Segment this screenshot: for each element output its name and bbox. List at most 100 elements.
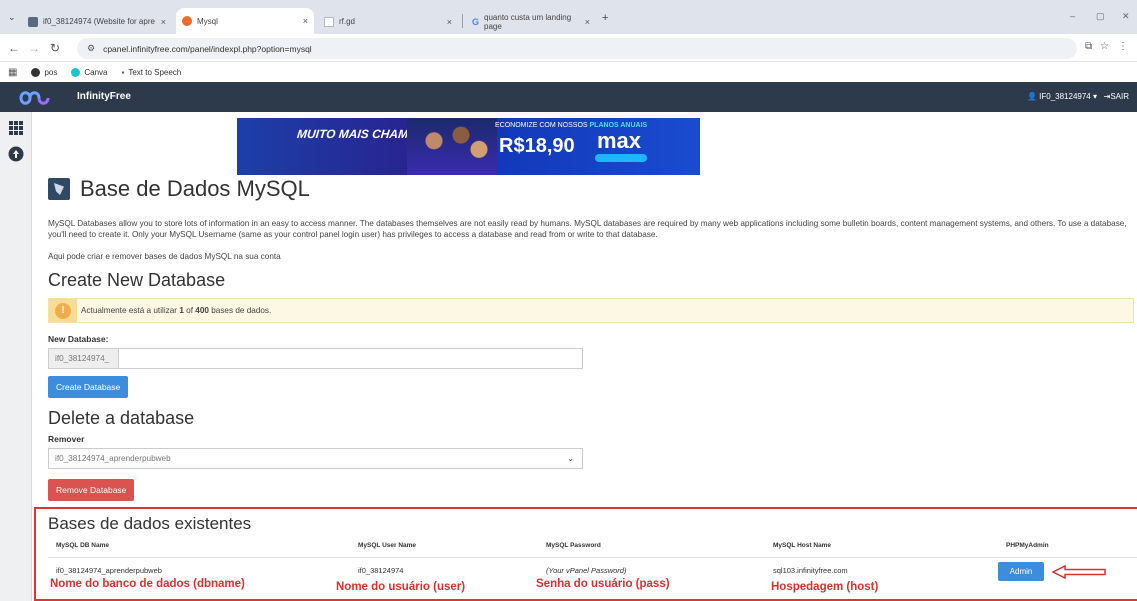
page-description: MySQL Databases allow you to store lots … (48, 219, 1127, 239)
existing-heading: Bases de dados existentes (48, 514, 252, 533)
remove-database-select[interactable]: if0_38124974_aprenderpubweb ⌄ (48, 448, 583, 469)
annotation-user: Nome do usuário (user) (336, 581, 466, 593)
bookmark-pos[interactable]: pos (31, 67, 58, 77)
create-heading: Create New Database (48, 270, 226, 290)
page-title: Base de Dados MySQL (48, 176, 310, 202)
close-icon[interactable]: × (585, 17, 590, 27)
close-icon[interactable]: × (161, 17, 166, 27)
apps-grid-icon[interactable]: ▦ (8, 67, 17, 78)
new-tab-button[interactable]: + (602, 12, 608, 24)
banner-right-top-text: ECONOMIZE COM NOSSOS (495, 122, 588, 129)
banner-price: R$18,90 (499, 135, 575, 157)
minimize-button[interactable]: – (1070, 11, 1075, 21)
close-icon[interactable]: × (447, 17, 452, 27)
banner-players-image (407, 118, 497, 175)
remover-label: Remover (48, 434, 85, 444)
tab-website[interactable]: if0_38124974 (Website for apre × (22, 9, 172, 34)
bookmark-canva[interactable]: Canva (71, 67, 108, 77)
user-icon: 👤 (1026, 92, 1037, 101)
col-db-name: MySQL DB Name (56, 542, 109, 549)
translate-icon[interactable]: ⧉ (1085, 41, 1092, 52)
bookmark-pos-label: pos (44, 67, 58, 77)
banner-cta-button[interactable] (595, 154, 647, 162)
col-phpmyadmin: PHPMyAdmin (1006, 542, 1049, 549)
app-navbar: InfinityFree 👤 IF0_38124974 ▾ ⇥SAIR (0, 82, 1137, 112)
alert-prefix: Actualmente está a utilizar (81, 306, 180, 315)
cell-host-name: sql103.infinityfree.com (773, 566, 848, 575)
close-icon[interactable]: × (303, 16, 308, 26)
site-info-icon[interactable]: ⚙ (87, 43, 95, 54)
reload-icon[interactable]: ↻ (50, 41, 60, 55)
delete-heading: Delete a database (48, 408, 195, 428)
brand-name[interactable]: InfinityFree (77, 91, 131, 102)
tab-mysql-label: Mysql (197, 16, 218, 26)
new-database-field[interactable]: if0_38124974_ (48, 348, 583, 369)
close-window-button[interactable]: ✕ (1122, 11, 1130, 22)
tab-rfgd-label: rf.gd (339, 17, 356, 26)
cell-user-name: if0_38124974 (358, 566, 404, 575)
cpanel-favicon-icon (182, 16, 192, 26)
upload-circle-icon[interactable] (8, 146, 24, 162)
google-icon: G (472, 16, 480, 27)
chevron-down-icon: ⌄ (567, 454, 574, 463)
remove-database-button[interactable]: Remove Database (48, 479, 135, 501)
alert-mid: of (183, 306, 196, 315)
cell-password: (Your vPanel Password) (546, 566, 627, 575)
forward-arrow-icon[interactable]: → (28, 41, 40, 55)
tab-rfgd[interactable]: rf.gd × (318, 9, 458, 34)
canva-icon (71, 67, 81, 77)
database-prefix: if0_38124974_ (49, 349, 119, 368)
pos-icon (31, 67, 41, 77)
apps-grid-icon[interactable] (8, 120, 24, 136)
url-field[interactable]: ⚙ cpanel.infinityfree.com/panel/indexpl.… (77, 38, 1077, 59)
table-divider (48, 557, 1137, 558)
mysql-dolphin-icon (48, 178, 70, 200)
main-content: MUITO MAIS CHAMPIONS ECONOMIZE COM NOSSO… (32, 112, 1137, 601)
infinity-logo-icon[interactable] (18, 88, 68, 108)
existing-databases-panel: Bases de dados existentes MySQL DB Name … (34, 507, 1137, 601)
user-menu[interactable]: 👤 IF0_38124974 ▾ (1027, 92, 1097, 101)
page-favicon-icon (324, 16, 334, 27)
url-text: cpanel.infinityfree.com/panel/indexpl.ph… (103, 43, 312, 54)
extensions-icon[interactable]: ⋮ (1118, 41, 1128, 52)
tab-mysql[interactable]: Mysql × (176, 8, 314, 34)
caret-down-icon: ▾ (1092, 92, 1097, 101)
maximize-button[interactable]: ▢ (1096, 11, 1105, 22)
browser-tab-bar: ⌄ if0_38124974 (Website for apre × Mysql… (0, 0, 1137, 34)
bookmark-tts-label: Text to Speech (128, 67, 182, 77)
tab-search-chevron-icon[interactable]: ⌄ (8, 12, 16, 23)
annotation-arrow-icon (1051, 565, 1106, 579)
col-host-name: MySQL Host Name (773, 542, 832, 549)
bookmark-tts[interactable]: ▪ Text to Speech (121, 68, 181, 77)
tab-google-search[interactable]: G quanto custa um landing page × (466, 9, 596, 34)
annotation-host: Hospedagem (host) (771, 581, 879, 593)
page-subtext: Aqui pode criar e remover bases de dados… (48, 252, 281, 261)
infinityfree-favicon-icon (28, 16, 38, 27)
bookmark-star-icon[interactable]: ☆ (1100, 41, 1109, 52)
admin-button[interactable]: Admin (998, 562, 1044, 581)
cell-db-name: if0_38124974_aprenderpubweb (56, 566, 162, 575)
alert-suffix: bases de dados. (208, 306, 272, 315)
logout-label: SAIR (1110, 92, 1129, 101)
sidebar (0, 112, 32, 601)
alert-text: Actualmente está a utilizar 1 of 400 bas… (81, 306, 271, 315)
bookmark-canva-label: Canva (84, 67, 108, 77)
user-name: IF0_38124974 (1039, 92, 1091, 101)
annotation-pass: Senha do usuário (pass) (536, 578, 670, 590)
bookmarks-bar: ▦ pos Canva ▪ Text to Speech (0, 62, 1137, 82)
speaker-icon: ▪ (121, 67, 125, 77)
tab-separator (462, 14, 463, 28)
back-arrow-icon[interactable]: ← (8, 41, 20, 55)
ad-banner[interactable]: MUITO MAIS CHAMPIONS ECONOMIZE COM NOSSO… (237, 118, 700, 175)
create-database-button[interactable]: Create Database (48, 376, 129, 398)
tab-google-label: quanto custa um landing page (484, 12, 572, 31)
tab-website-label: if0_38124974 (Website for apre (43, 17, 155, 26)
page-title-text: Base de Dados MySQL (80, 176, 310, 201)
address-bar-row: ← → ↻ ⚙ cpanel.infinityfree.com/panel/in… (0, 34, 1137, 62)
usage-alert: ! Actualmente está a utilizar 1 of 400 b… (48, 298, 1134, 323)
banner-brand: max (597, 128, 642, 153)
col-password: MySQL Password (546, 542, 601, 549)
remove-database-selected: if0_38124974_aprenderpubweb (55, 454, 171, 463)
logout-button[interactable]: ⇥SAIR (1104, 92, 1129, 101)
col-user-name: MySQL User Name (358, 542, 417, 549)
